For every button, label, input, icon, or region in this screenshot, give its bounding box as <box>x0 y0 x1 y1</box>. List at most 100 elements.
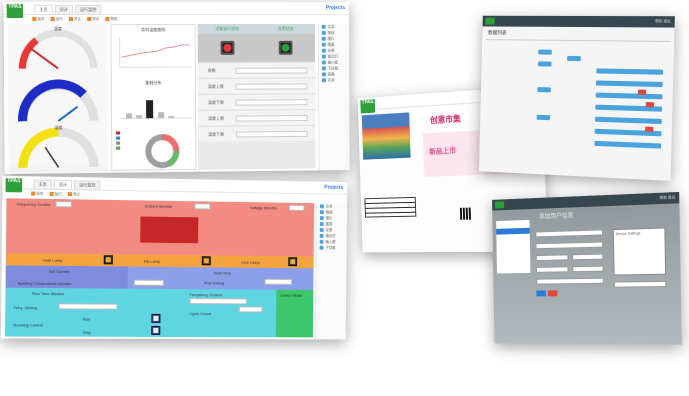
action-button-row[interactable] <box>595 116 662 125</box>
form-field[interactable] <box>535 229 604 238</box>
cancel-button[interactable] <box>547 290 558 297</box>
save-button[interactable] <box>536 290 546 297</box>
gauge-title: 湿度 <box>54 124 63 131</box>
page-title: 数据列表 <box>487 30 507 37</box>
form-title: 添加用户信息 <box>538 213 574 221</box>
red-indicator-lamp <box>220 40 235 55</box>
line-chart <box>118 36 193 68</box>
current-input[interactable] <box>194 203 211 210</box>
header-links[interactable]: 帮助 退出 <box>660 195 676 201</box>
param-row: 温度上限 <box>197 77 316 94</box>
toolbar-save[interactable]: 保存 <box>31 191 43 197</box>
delete-button[interactable] <box>645 102 655 108</box>
lamp-headers: 设备运行状态 告警状态 <box>197 23 315 34</box>
gauge-column: 温度 湿度 <box>8 24 108 172</box>
cycle-count-label: Cycle Count <box>189 311 212 317</box>
toolbar-run[interactable]: 运行 <box>49 191 62 197</box>
action-button[interactable] <box>536 114 551 121</box>
components-input[interactable] <box>133 279 164 286</box>
app-tabs: 主页 设计 运行监控 <box>33 179 101 191</box>
tab-design[interactable]: 设计 <box>53 179 73 191</box>
frequency-control-input[interactable] <box>189 298 247 305</box>
stop-button[interactable] <box>151 325 161 335</box>
form-field[interactable] <box>613 280 667 288</box>
switch-mode-input[interactable] <box>238 306 263 313</box>
line-lamp-button[interactable] <box>288 257 298 267</box>
toolbar-run[interactable]: 运行 <box>50 16 63 22</box>
tab-design[interactable]: 设计 <box>54 4 74 15</box>
delete-button[interactable] <box>637 89 647 95</box>
form-field[interactable] <box>572 253 604 261</box>
temperature-gauge: 温度 <box>16 26 100 71</box>
component-sidebar: 文本 按钮 图片 图表 仪表 指示灯 输入框 下拉框 <box>314 203 348 340</box>
bar <box>145 99 153 118</box>
action-button-row[interactable] <box>594 140 662 149</box>
form-field[interactable] <box>535 266 569 273</box>
sidebar-item[interactable]: 开关 <box>319 77 349 83</box>
param-row: 温度下限 <box>197 93 316 110</box>
running-control-label: Running Control <box>13 322 44 328</box>
param-row: 湿度上限 <box>198 109 316 126</box>
fill-lamp-button[interactable] <box>201 256 211 266</box>
frequency-input[interactable] <box>55 201 72 208</box>
admin-table-screenshot: 帮助 退出 数据列表 <box>478 15 675 181</box>
header-links[interactable]: 帮助 退出 <box>655 19 671 24</box>
toolbar-stop[interactable]: 停止 <box>67 191 80 197</box>
gauge-title: 温度 <box>53 26 62 32</box>
sidebar-item[interactable]: 下拉框 <box>317 245 347 251</box>
frequency-control-label: Frequency Control <box>189 292 223 298</box>
tab-home[interactable]: 主页 <box>34 4 53 15</box>
action-button[interactable] <box>537 61 552 67</box>
image-icon <box>321 36 326 41</box>
gauge-icon <box>319 227 324 232</box>
output-value-input[interactable] <box>264 278 293 285</box>
text-icon <box>321 24 326 29</box>
toolbar-help[interactable]: 帮助 <box>105 16 118 22</box>
button-icon <box>321 30 326 35</box>
action-button[interactable] <box>538 49 552 55</box>
run-button[interactable] <box>151 313 161 323</box>
voltage-input[interactable] <box>288 204 305 211</box>
tab-home[interactable]: 主页 <box>33 179 52 190</box>
components-monitor-label: Building Components Monitor <box>17 280 72 287</box>
form-field[interactable] <box>536 277 604 285</box>
fill-lamp-label: Fill Lamp <box>143 258 161 264</box>
hold-lamp-button[interactable] <box>103 255 113 265</box>
stop-icon <box>67 192 73 197</box>
param-input[interactable] <box>235 67 308 74</box>
form-field[interactable] <box>535 241 604 250</box>
action-button[interactable] <box>537 87 551 93</box>
input-icon <box>321 60 326 65</box>
toolbar-save[interactable]: 保存 <box>32 16 45 22</box>
stop-label: Stop <box>82 329 92 335</box>
export-icon <box>87 16 92 22</box>
tab-monitor[interactable]: 运行监控 <box>74 4 102 15</box>
product-name: Projects <box>325 5 346 12</box>
divider <box>485 39 671 42</box>
tab-monitor[interactable]: 运行监控 <box>74 180 101 191</box>
image-icon <box>319 216 324 221</box>
sidebar-selected-item[interactable] <box>496 227 530 235</box>
delete-button[interactable] <box>645 126 654 132</box>
form-field[interactable] <box>535 254 569 262</box>
text-icon <box>319 204 324 209</box>
line-chart-title: 实时温度曲线 <box>141 27 166 33</box>
table-icon <box>321 72 326 77</box>
save-icon <box>32 16 37 22</box>
toolbar-export[interactable]: 导出 <box>87 16 99 22</box>
param-input[interactable] <box>235 130 308 137</box>
param-input[interactable] <box>235 114 308 122</box>
form-field[interactable] <box>572 265 604 273</box>
action-button-row[interactable] <box>595 80 663 88</box>
set-current-label: Set Current <box>48 268 70 275</box>
toolbar-stop[interactable]: 停止 <box>68 16 81 22</box>
param-input[interactable] <box>235 82 308 90</box>
action-button[interactable] <box>567 55 581 62</box>
freq-setting-input[interactable] <box>58 303 118 310</box>
shop-title: 创意市集 <box>429 114 461 126</box>
param-input[interactable] <box>235 98 308 106</box>
settings-box: Device Settings <box>612 227 667 276</box>
action-button-row[interactable] <box>595 92 663 100</box>
run-label: Run <box>82 316 91 322</box>
action-button-row[interactable] <box>596 68 664 75</box>
